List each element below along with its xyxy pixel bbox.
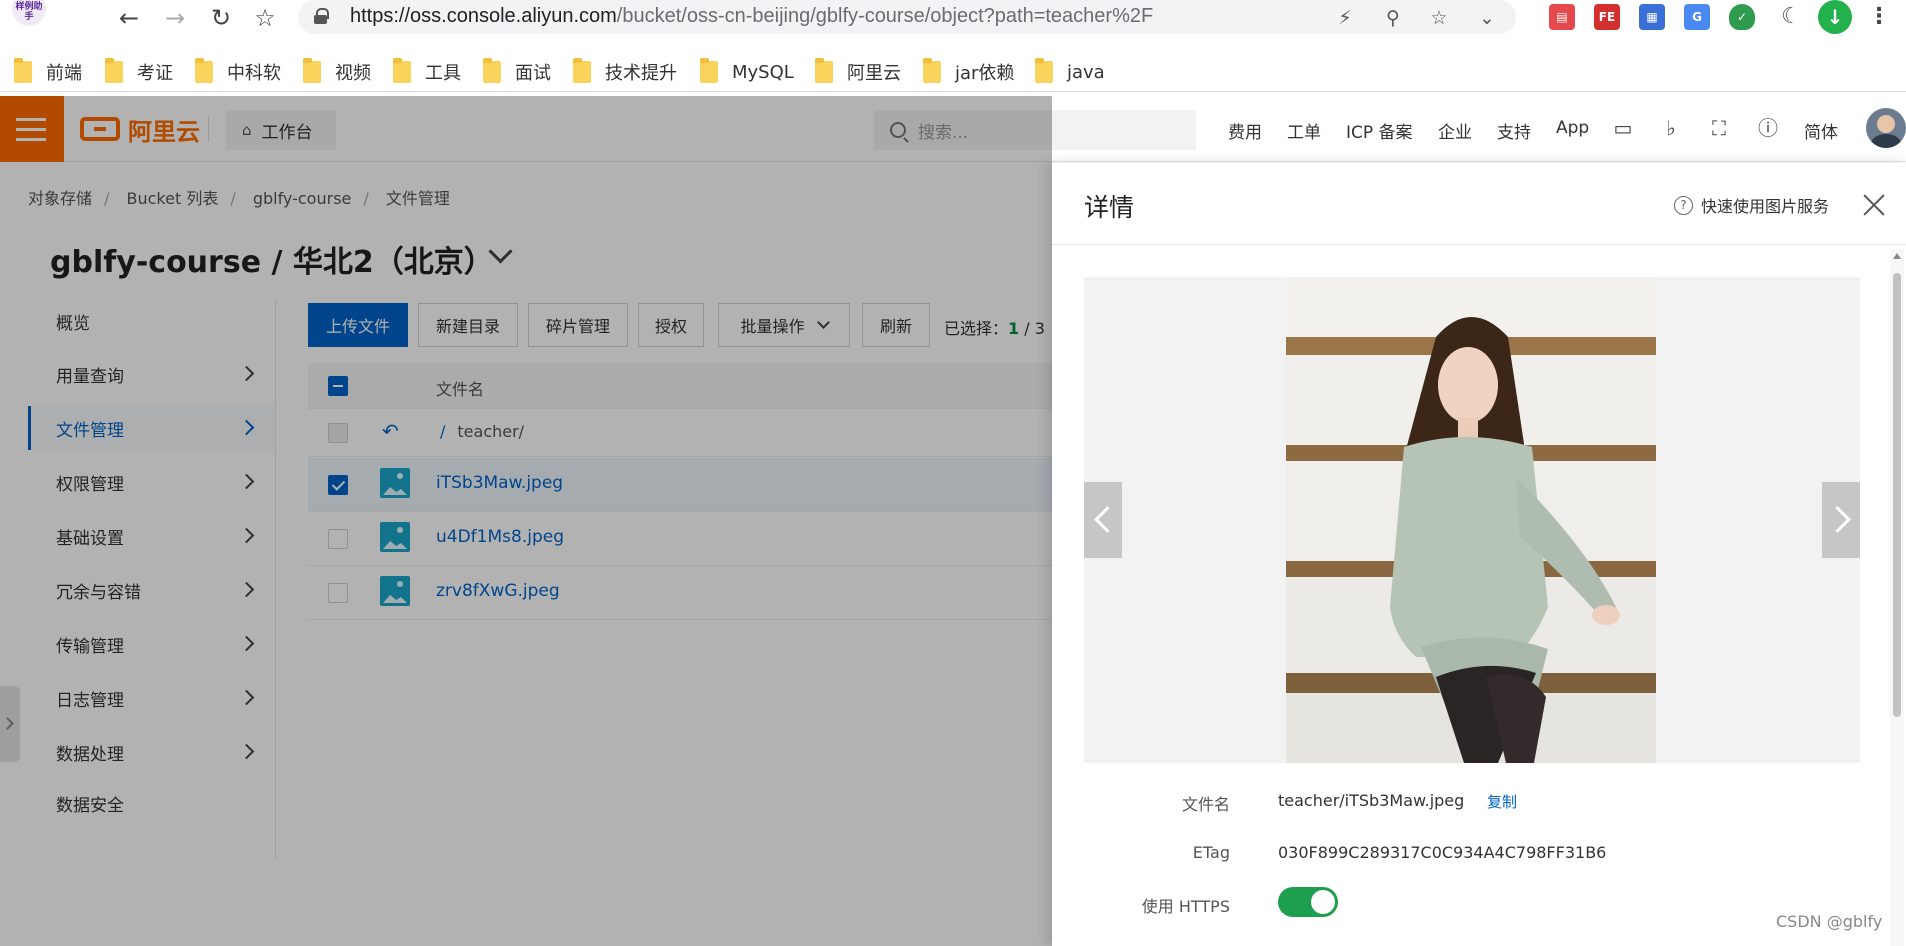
header-link-enterprise[interactable]: 企业	[1438, 118, 1472, 143]
browser-toolbar: 样例助手 ← → ↻ ☆ https://oss.console.aliyun.…	[0, 0, 1906, 36]
header-link-app[interactable]: App	[1556, 118, 1589, 138]
url-host: https://oss.console.aliyun.com	[350, 5, 617, 27]
bookmark-label: 阿里云	[847, 63, 901, 84]
lock-icon	[314, 8, 329, 24]
lightning-icon[interactable]: ⚡	[1332, 5, 1358, 31]
extension-red-icon[interactable]: ▤	[1549, 4, 1575, 30]
bookmark-folder[interactable]: 考证	[105, 58, 173, 84]
scrollbar-thumb[interactable]	[1893, 273, 1901, 717]
modal-mask[interactable]	[0, 96, 1052, 946]
terminal-icon[interactable]: ▭	[1608, 113, 1638, 143]
language-switch[interactable]: 简体	[1804, 118, 1838, 143]
star-icon[interactable]: ☆	[1426, 5, 1452, 31]
close-icon[interactable]	[1862, 193, 1886, 217]
address-bar[interactable]: https://oss.console.aliyun.com/bucket/os…	[298, 0, 1516, 34]
zoom-icon[interactable]: ⚲	[1380, 5, 1406, 31]
https-row: 使用 HTTPS	[1052, 887, 1872, 923]
bookmark-label: 中科软	[227, 63, 281, 84]
bookmark-folder[interactable]: 工具	[393, 58, 461, 84]
bookmark-label: 工具	[425, 63, 461, 84]
folder-icon	[573, 58, 591, 83]
bookmark-label: 视频	[335, 63, 371, 84]
https-label: 使用 HTTPS	[1141, 897, 1230, 916]
avatar[interactable]	[1866, 108, 1906, 148]
drawer-header: 详情 ? 快速使用图片服务	[1052, 163, 1906, 245]
header-link-icp[interactable]: ICP 备案	[1346, 118, 1413, 143]
notification-bell-icon[interactable]: ♭	[1656, 113, 1686, 143]
extension-grid-icon[interactable]: ▦	[1639, 4, 1665, 30]
bookmark-label: 前端	[46, 63, 82, 84]
preview-image[interactable]	[1286, 277, 1656, 763]
bookmark-folder[interactable]: java	[1035, 58, 1105, 84]
copy-link[interactable]: 复制	[1487, 791, 1517, 812]
bookmark-folder[interactable]: 中科软	[195, 58, 281, 84]
previous-image-button[interactable]	[1084, 482, 1122, 558]
filename-row: 文件名 teacher/iTSb3Maw.jpeg 复制	[1052, 791, 1872, 821]
scroll-up-icon[interactable]	[1893, 253, 1901, 259]
image-service-help-link[interactable]: ? 快速使用图片服务	[1674, 193, 1829, 217]
drawer-title: 详情	[1084, 193, 1135, 222]
bookmark-star-icon[interactable]: ☆	[249, 2, 281, 34]
back-icon[interactable]: ←	[113, 2, 145, 34]
folder-icon	[923, 58, 941, 83]
image-preview	[1084, 277, 1860, 763]
etag-value: 030F899C289317C0C934A4C798FF31B6	[1278, 843, 1607, 862]
bookmark-folder[interactable]: 技术提升	[573, 58, 677, 84]
bookmark-label: 考证	[137, 63, 173, 84]
favicon-text: 样例助手	[15, 2, 43, 22]
shield-icon[interactable]: ✓	[1729, 4, 1755, 30]
help-icon[interactable]: ⓘ	[1753, 113, 1783, 143]
bookmark-label: 面试	[515, 63, 551, 84]
bookmark-label: 技术提升	[605, 63, 677, 84]
next-image-button[interactable]	[1822, 482, 1860, 558]
folder-icon	[105, 58, 123, 83]
download-icon[interactable]: ↓	[1818, 0, 1852, 34]
filename-label: 文件名	[1181, 795, 1230, 814]
dark-mode-icon[interactable]: ☾	[1778, 4, 1804, 30]
folder-icon	[1035, 58, 1053, 83]
watermark: CSDN @gblfy	[1776, 912, 1883, 931]
bookmark-label: jar依赖	[955, 63, 1015, 84]
header-link-tickets[interactable]: 工单	[1287, 118, 1321, 143]
folder-icon	[815, 58, 833, 83]
extension-fe-icon[interactable]: FE	[1594, 4, 1620, 30]
chevron-down-icon[interactable]: ⌄	[1474, 5, 1500, 31]
bookmark-folder[interactable]: 阿里云	[815, 58, 901, 84]
forward-icon[interactable]: →	[159, 2, 191, 34]
bookmark-folder[interactable]: MySQL	[700, 58, 794, 84]
bookmarks-bar: 前端 考证 中科软 视频 工具 面试 技术提升 MySQL 阿里云 jar依赖 …	[0, 52, 1906, 92]
tab-favicon[interactable]: 样例助手	[12, 0, 46, 26]
folder-icon	[14, 58, 32, 83]
url-path: /bucket/oss-cn-beijing/gblfy-course/obje…	[616, 5, 1154, 27]
folder-icon	[303, 58, 321, 83]
question-icon: ?	[1674, 195, 1693, 215]
filename-value: teacher/iTSb3Maw.jpeg	[1278, 791, 1465, 810]
url-text[interactable]: https://oss.console.aliyun.com/bucket/os…	[350, 5, 1153, 28]
reload-icon[interactable]: ↻	[205, 2, 237, 34]
detail-drawer: 详情 ? 快速使用图片服务 文件名 teacher/iTSb3Maw.jpeg …	[1052, 163, 1906, 946]
cart-icon[interactable]: ⛶	[1704, 113, 1734, 143]
folder-icon	[393, 58, 411, 83]
folder-icon	[195, 58, 213, 83]
folder-icon	[483, 58, 501, 83]
bookmark-folder[interactable]: jar依赖	[923, 58, 1015, 84]
etag-label: ETag	[1192, 843, 1230, 862]
bookmark-label: MySQL	[732, 61, 794, 83]
folder-icon	[700, 58, 718, 83]
bookmark-label: java	[1067, 61, 1105, 83]
header-link-billing[interactable]: 费用	[1228, 118, 1262, 143]
translate-icon[interactable]: G	[1684, 4, 1710, 30]
help-label: 快速使用图片服务	[1701, 197, 1830, 216]
bookmark-folder[interactable]: 面试	[483, 58, 551, 84]
menu-more-icon[interactable]: ⋮	[1866, 4, 1892, 30]
https-toggle[interactable]	[1278, 887, 1338, 917]
header-link-support[interactable]: 支持	[1497, 118, 1531, 143]
bookmark-folder[interactable]: 视频	[303, 58, 371, 84]
etag-row: ETag 030F899C289317C0C934A4C798FF31B6	[1052, 843, 1872, 873]
bookmark-folder[interactable]: 前端	[14, 58, 82, 84]
drawer-scrollbar[interactable]	[1890, 249, 1904, 946]
